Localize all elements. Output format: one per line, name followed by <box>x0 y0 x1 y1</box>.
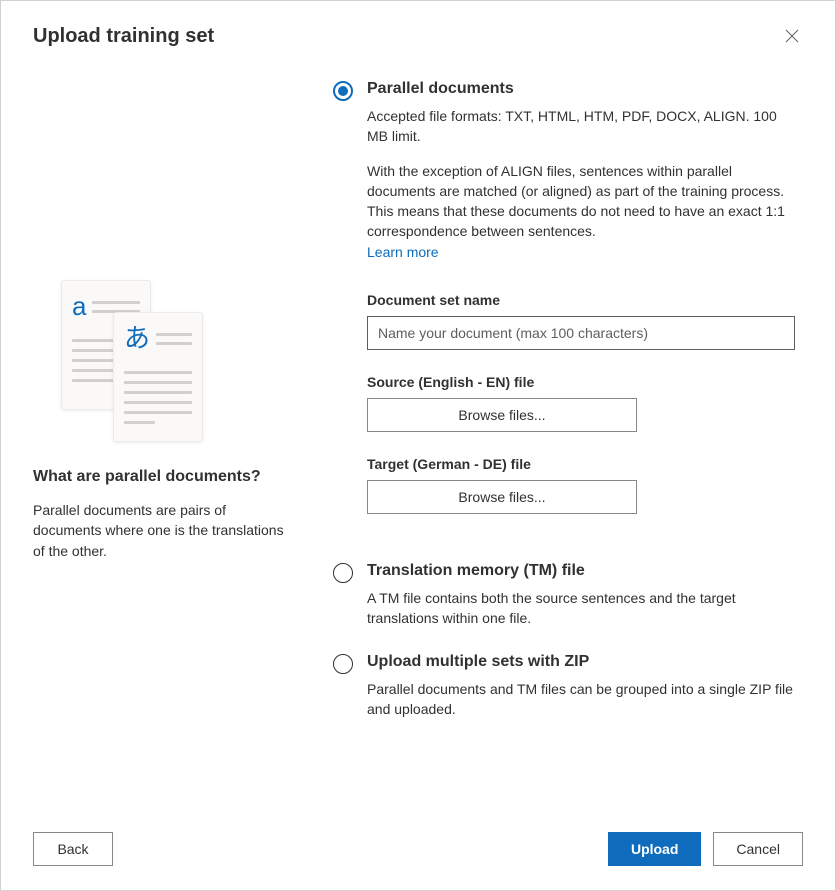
dialog-title: Upload training set <box>33 25 214 48</box>
option-parallel: Parallel documents Accepted file formats… <box>333 80 795 538</box>
option-tm-desc: A TM file contains both the source sente… <box>367 588 795 629</box>
doc-name-input[interactable] <box>367 316 795 350</box>
radio-zip[interactable] <box>333 654 353 674</box>
options-panel: Parallel documents Accepted file formats… <box>333 80 803 812</box>
dialog-header: Upload training set <box>33 25 803 50</box>
option-tm-title: Translation memory (TM) file <box>367 562 795 580</box>
parallel-form: Document set name Source (English - EN) … <box>367 292 795 538</box>
cancel-button[interactable]: Cancel <box>713 832 803 866</box>
back-button[interactable]: Back <box>33 832 113 866</box>
close-icon <box>785 30 799 46</box>
upload-button[interactable]: Upload <box>608 832 701 866</box>
japanese-letter-icon: あ <box>124 325 150 351</box>
option-parallel-detail: With the exception of ALIGN files, sente… <box>367 161 795 262</box>
dialog-content: a あ <box>33 80 803 812</box>
close-button[interactable] <box>781 25 803 50</box>
option-zip-title: Upload multiple sets with ZIP <box>367 653 795 671</box>
upload-dialog: Upload training set a <box>0 0 836 891</box>
doc-name-label: Document set name <box>367 292 795 308</box>
info-title: What are parallel documents? <box>33 468 293 486</box>
latin-letter-icon: a <box>72 293 86 319</box>
dialog-footer: Back Upload Cancel <box>33 812 803 866</box>
radio-parallel[interactable] <box>333 81 353 101</box>
option-zip-desc: Parallel documents and TM files can be g… <box>367 679 795 720</box>
info-description: Parallel documents are pairs of document… <box>33 500 293 561</box>
browse-target-button[interactable]: Browse files... <box>367 480 637 514</box>
doc-card-target: あ <box>113 312 203 442</box>
option-parallel-title: Parallel documents <box>367 80 795 98</box>
radio-tm[interactable] <box>333 563 353 583</box>
source-file-label: Source (English - EN) file <box>367 374 795 390</box>
option-zip: Upload multiple sets with ZIP Parallel d… <box>333 653 795 720</box>
option-tm: Translation memory (TM) file A TM file c… <box>333 562 795 629</box>
target-file-label: Target (German - DE) file <box>367 456 795 472</box>
learn-more-link[interactable]: Learn more <box>367 244 439 260</box>
option-parallel-formats: Accepted file formats: TXT, HTML, HTM, P… <box>367 106 795 147</box>
browse-source-button[interactable]: Browse files... <box>367 398 637 432</box>
documents-illustration: a あ <box>61 280 211 440</box>
info-panel: a あ <box>33 80 293 812</box>
